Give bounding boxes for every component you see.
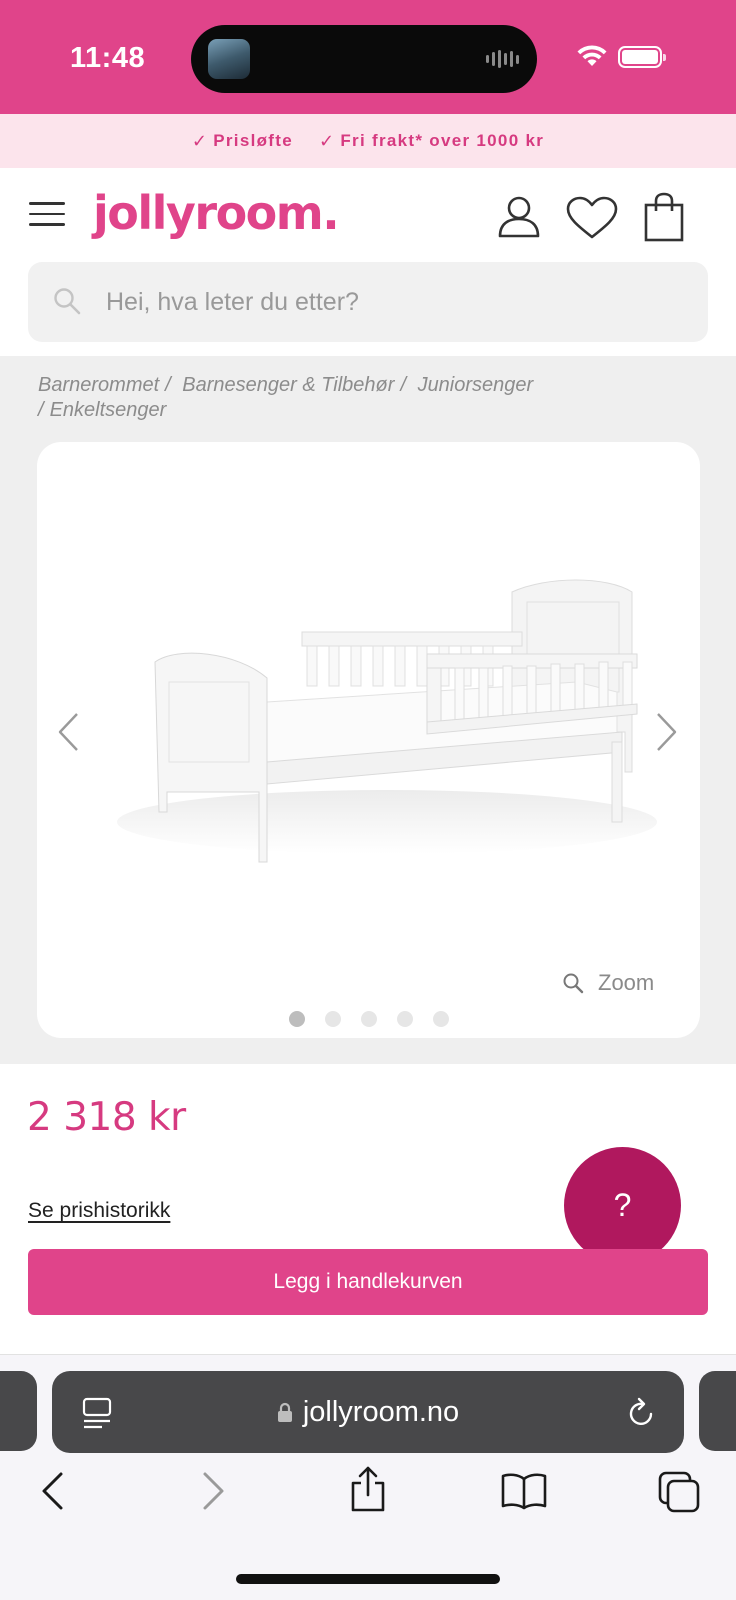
breadcrumb-item[interactable]: Juniorsenger bbox=[418, 374, 534, 396]
logo[interactable]: jollyroom. bbox=[93, 186, 340, 240]
carousel-dot[interactable] bbox=[288, 1011, 305, 1027]
product-gallery-section: Barnerommet / Barnesenger & Tilbehør / Jun… bbox=[0, 356, 736, 1064]
promo-strip: ✓ Prisløfte ✓ Fri frakt* over 1000 kr bbox=[0, 114, 736, 168]
price-history-link[interactable]: Se prishistorikk bbox=[28, 1199, 170, 1223]
url-text: jollyroom.no bbox=[302, 1395, 460, 1428]
dynamic-island[interactable] bbox=[191, 25, 537, 93]
add-to-cart-button[interactable]: Legg i handlekurven bbox=[28, 1249, 708, 1315]
promo-label: Fri frakt* over 1000 kr bbox=[340, 131, 545, 150]
status-bar: 11:48 bbox=[0, 0, 736, 114]
browser-toolbar bbox=[0, 1466, 736, 1541]
promo-item-free-shipping: ✓ Fri frakt* over 1000 kr bbox=[319, 131, 544, 152]
account-icon[interactable] bbox=[496, 194, 542, 240]
audio-waveform-icon bbox=[486, 49, 519, 69]
check-icon: ✓ bbox=[318, 130, 336, 151]
address-bar[interactable]: jollyroom.no bbox=[52, 1371, 684, 1453]
lock-icon bbox=[277, 1402, 292, 1422]
battery-icon bbox=[618, 46, 666, 68]
wifi-icon bbox=[577, 45, 607, 66]
search-icon bbox=[54, 288, 81, 315]
forward-icon[interactable] bbox=[200, 1471, 226, 1511]
next-tab-peek[interactable] bbox=[699, 1371, 736, 1451]
breadcrumb: Barnerommet / Barnesenger & Tilbehør / Jun… bbox=[38, 374, 534, 421]
carousel-dots bbox=[37, 1011, 700, 1027]
breadcrumb-item[interactable]: Barnerommet bbox=[38, 374, 159, 396]
search-field[interactable] bbox=[28, 262, 708, 342]
now-playing-artwork bbox=[208, 39, 250, 79]
tabs-icon[interactable] bbox=[658, 1471, 702, 1515]
promo-label: Prisløfte bbox=[213, 131, 293, 150]
search-bar bbox=[0, 256, 736, 356]
status-time: 11:48 bbox=[70, 42, 146, 74]
shopping-bag-icon[interactable] bbox=[644, 192, 684, 242]
next-image-button[interactable] bbox=[654, 712, 678, 752]
carousel-dot[interactable] bbox=[360, 1011, 377, 1027]
reload-icon[interactable] bbox=[626, 1396, 656, 1428]
product-price: 2 318 kr bbox=[27, 1095, 186, 1140]
browser-chrome: jollyroom.no bbox=[0, 1354, 736, 1600]
check-icon: ✓ bbox=[191, 130, 209, 151]
menu-icon[interactable] bbox=[29, 202, 65, 226]
breadcrumb-item[interactable]: Enkeltsenger bbox=[50, 399, 167, 421]
carousel-dot[interactable] bbox=[396, 1011, 413, 1027]
share-icon[interactable] bbox=[348, 1465, 388, 1513]
promo-item-price-promise: ✓ Prisløfte bbox=[192, 131, 293, 152]
site-header: jollyroom. bbox=[0, 168, 736, 256]
carousel-dot[interactable] bbox=[432, 1011, 449, 1027]
heart-icon[interactable] bbox=[566, 196, 618, 240]
search-input[interactable] bbox=[106, 262, 686, 342]
product-image[interactable] bbox=[107, 562, 667, 872]
back-icon[interactable] bbox=[40, 1471, 66, 1511]
breadcrumb-item[interactable]: Barnesenger & Tilbehør bbox=[182, 374, 394, 396]
zoom-button[interactable]: Zoom bbox=[562, 970, 654, 996]
carousel-dot[interactable] bbox=[324, 1011, 341, 1027]
previous-tab-peek[interactable] bbox=[0, 1371, 37, 1451]
zoom-label: Zoom bbox=[598, 970, 655, 995]
home-indicator[interactable] bbox=[236, 1574, 500, 1584]
previous-image-button[interactable] bbox=[57, 712, 81, 752]
help-chat-button[interactable]: ? bbox=[564, 1147, 681, 1264]
url-display[interactable]: jollyroom.no bbox=[52, 1371, 684, 1453]
product-image-carousel[interactable]: Zoom bbox=[37, 442, 700, 1038]
zoom-icon bbox=[563, 973, 584, 994]
bookmarks-icon[interactable] bbox=[500, 1471, 548, 1511]
